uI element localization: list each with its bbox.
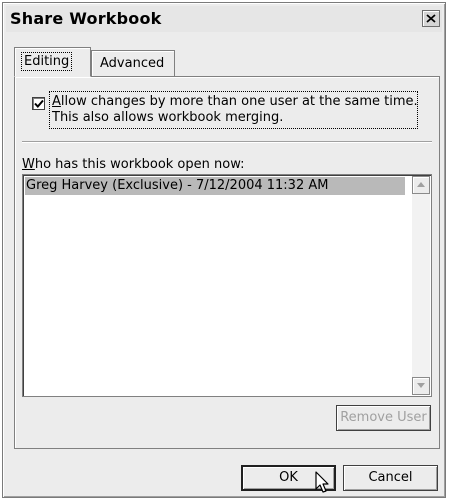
arrow-up-icon [417, 182, 425, 187]
window-title: Share Workbook [10, 9, 162, 28]
vertical-scrollbar[interactable] [412, 176, 430, 395]
tab-advanced[interactable]: Advanced [91, 50, 175, 76]
users-listbox[interactable]: Greg Harvey (Exclusive) - 7/12/2004 11:3… [22, 174, 432, 397]
close-icon [426, 14, 436, 23]
scroll-up-button[interactable] [412, 176, 430, 194]
close-button[interactable] [422, 10, 440, 27]
editing-panel: Allow changes by more than one user at t… [14, 76, 440, 449]
share-workbook-dialog: Share Workbook Editing Advanced Allow ch… [2, 2, 446, 498]
tab-editing[interactable]: Editing [14, 47, 91, 77]
separator [22, 141, 432, 143]
tab-advanced-label: Advanced [100, 56, 165, 71]
allow-changes-label[interactable]: Allow changes by more than one user at t… [49, 91, 418, 129]
who-has-open-label: Who has this workbook open now: [22, 157, 245, 172]
tab-editing-label: Editing [20, 52, 73, 71]
cancel-button[interactable]: Cancel [343, 465, 438, 491]
arrow-down-icon [417, 383, 425, 388]
checkmark-icon [34, 99, 44, 108]
scroll-down-button[interactable] [412, 377, 430, 395]
list-item[interactable]: Greg Harvey (Exclusive) - 7/12/2004 11:3… [25, 177, 405, 195]
allow-changes-line2: This also allows workbook merging. [52, 110, 284, 125]
allow-changes-checkbox[interactable] [32, 97, 45, 110]
mouse-pointer-icon [315, 471, 329, 493]
title-bar[interactable]: Share Workbook [6, 6, 442, 32]
remove-user-button[interactable]: Remove User [336, 405, 431, 431]
allow-changes-line1: Allow changes by more than one user at t… [52, 94, 418, 109]
